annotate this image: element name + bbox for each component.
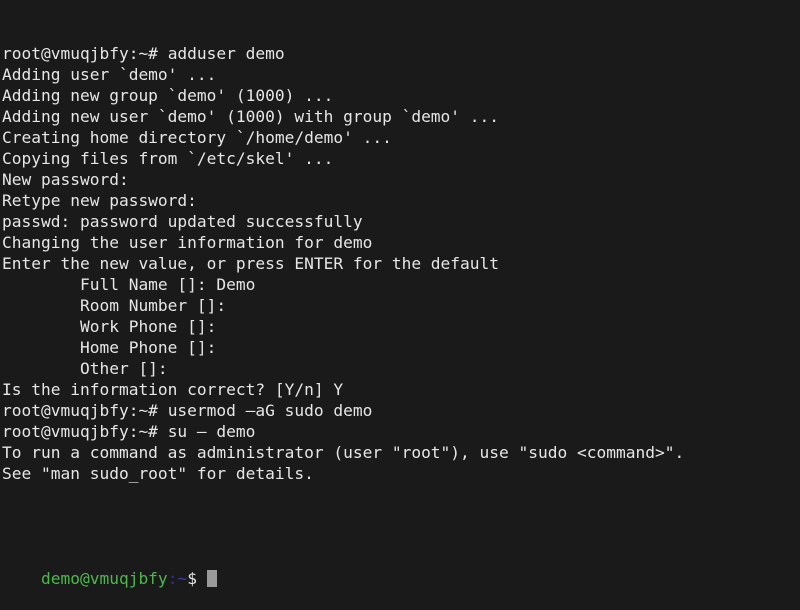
prompt-symbol: $	[187, 569, 197, 588]
terminal-line: root@vmuqjbfy:~# su – demo	[2, 421, 800, 442]
terminal-line: New password:	[2, 169, 800, 190]
root-prompt-text: root@vmuqjbfy:~#	[2, 422, 168, 441]
output-text: Changing the user information for demo	[2, 233, 373, 252]
executed-command: su – demo	[167, 422, 256, 441]
terminal-screen[interactable]: root@vmuqjbfy:~# adduser demo Adding user…	[0, 0, 800, 588]
output-text: Work Phone []:	[2, 317, 217, 336]
output-text: Copying files from `/etc/skel' ...	[2, 149, 334, 168]
root-prompt-text: root@vmuqjbfy:~#	[2, 44, 168, 63]
text-cursor	[206, 570, 217, 587]
terminal-line: Retype new password:	[2, 190, 800, 211]
terminal-line: root@vmuqjbfy:~# usermod –aG sudo demo	[2, 400, 800, 421]
output-text: Home Phone []:	[2, 338, 217, 357]
terminal-line: Adding user `demo' ...	[2, 64, 800, 85]
terminal-line: root@vmuqjbfy:~# adduser demo	[2, 43, 800, 64]
output-text: Is the information correct? [Y/n] Y	[2, 380, 344, 399]
terminal-scrollback: root@vmuqjbfy:~# adduser demo Adding user…	[2, 43, 800, 505]
output-text: Retype new password:	[2, 191, 197, 210]
terminal-line: Adding new group `demo' (1000) ...	[2, 85, 800, 106]
terminal-line: Copying files from `/etc/skel' ...	[2, 148, 800, 169]
output-text: Enter the new value, or press ENTER for …	[2, 254, 500, 273]
terminal-line: To run a command as administrator (user …	[2, 442, 800, 463]
prompt-user-host: demo@vmuqjbfy	[40, 569, 168, 588]
terminal-line: Adding new user `demo' (1000) with group…	[2, 106, 800, 127]
terminal-line: Room Number []:	[2, 295, 800, 316]
output-text: See "man sudo_root" for details.	[2, 464, 314, 483]
output-text: To run a command as administrator (user …	[2, 443, 685, 462]
terminal-line: Work Phone []:	[2, 316, 800, 337]
executed-command: adduser demo	[167, 44, 285, 63]
terminal-line: Changing the user information for demo	[2, 232, 800, 253]
output-text: Adding new group `demo' (1000) ...	[2, 86, 334, 105]
terminal-line: passwd: password updated successfully	[2, 211, 800, 232]
output-text: Adding user `demo' ...	[2, 65, 217, 84]
output-text: Full Name []: Demo	[2, 275, 256, 294]
root-prompt-text: root@vmuqjbfy:~#	[2, 401, 168, 420]
prompt-path: ~	[177, 569, 188, 588]
output-text: passwd: password updated successfully	[2, 212, 363, 231]
terminal-line: See "man sudo_root" for details.	[2, 463, 800, 484]
prompt-separator: :	[167, 569, 178, 588]
terminal-line: Creating home directory `/home/demo' ...	[2, 127, 800, 148]
output-text: Creating home directory `/home/demo' ...	[2, 128, 392, 147]
output-text: Adding new user `demo' (1000) with group…	[2, 107, 500, 126]
output-text: Room Number []:	[2, 296, 227, 315]
executed-command: usermod –aG sudo demo	[167, 401, 373, 420]
output-text: Other []:	[2, 359, 168, 378]
terminal-line: Other []:	[2, 358, 800, 379]
terminal-line: Is the information correct? [Y/n] Y	[2, 379, 800, 400]
terminal-line: Enter the new value, or press ENTER for …	[2, 253, 800, 274]
terminal-line: Home Phone []:	[2, 337, 800, 358]
terminal-line: Full Name []: Demo	[2, 274, 800, 295]
terminal-active-prompt-line[interactable]: demo@vmuqjbfy:~$	[2, 547, 800, 588]
output-text: New password:	[2, 170, 129, 189]
